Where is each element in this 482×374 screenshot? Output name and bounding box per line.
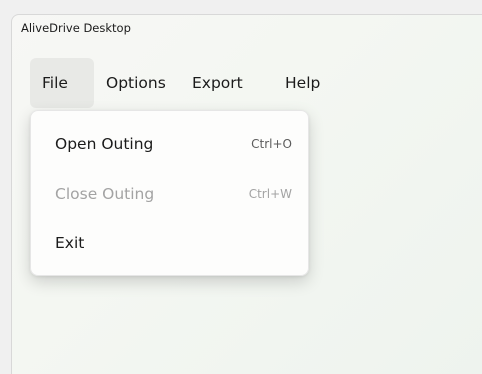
- menu-item-label: Close Outing: [55, 185, 155, 203]
- menu-help[interactable]: Help: [279, 58, 339, 108]
- file-menu-dropdown: Open Outing Ctrl+O Close Outing Ctrl+W E…: [30, 110, 309, 276]
- menu-item-label: Exit: [55, 234, 85, 252]
- menu-item-shortcut: Ctrl+O: [251, 137, 292, 151]
- window-title: AliveDrive Desktop: [21, 21, 131, 35]
- menu-item-shortcut: Ctrl+W: [248, 187, 292, 201]
- menu-item-close-outing: Close Outing Ctrl+W: [35, 174, 304, 214]
- menu-bar: File Options Export Help: [30, 58, 339, 108]
- menu-item-exit[interactable]: Exit: [35, 223, 304, 263]
- menu-export[interactable]: Export: [188, 58, 279, 108]
- menu-item-label: Open Outing: [55, 135, 154, 153]
- menu-item-open-outing[interactable]: Open Outing Ctrl+O: [35, 124, 304, 164]
- menu-options[interactable]: Options: [94, 58, 188, 108]
- menu-file[interactable]: File: [30, 58, 94, 108]
